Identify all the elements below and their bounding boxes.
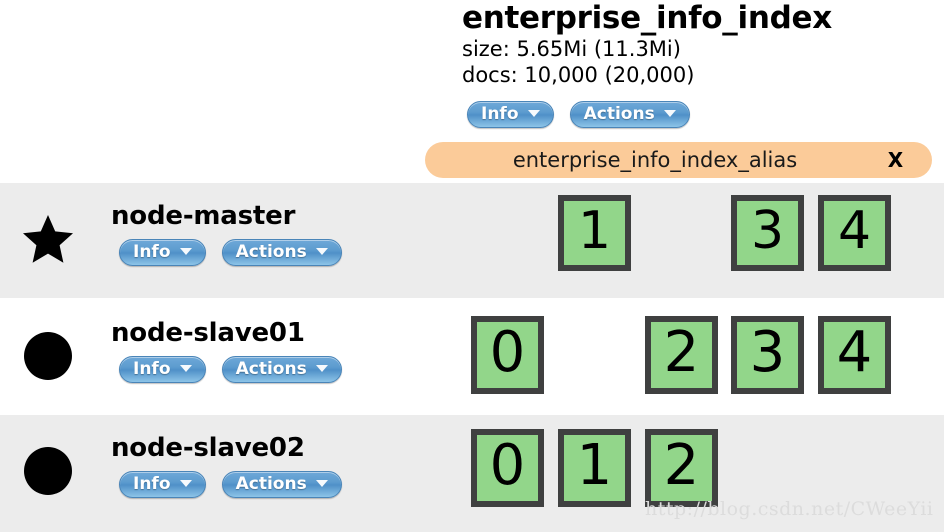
shard-label: 4 — [837, 201, 872, 261]
cluster-overview: enterprise_info_index size: 5.65Mi (11.3… — [0, 0, 944, 532]
shard-label: 2 — [663, 433, 700, 498]
alias-name: enterprise_info_index_alias — [512, 148, 798, 172]
watermark-text: http://blog.csdn.net/CWeeYii — [645, 498, 934, 520]
shard-box[interactable]: 2 — [645, 429, 718, 507]
index-header: enterprise_info_index size: 5.65Mi (11.3… — [0, 0, 944, 183]
node-row: node-slave01 Info Actions 0234 — [0, 300, 944, 413]
shard-container: 1 34 — [0, 183, 944, 298]
shard-label: 0 — [489, 320, 526, 385]
shard-container: 0 234 — [0, 300, 944, 413]
shard-box[interactable]: 0 — [471, 429, 544, 507]
shard-label: 4 — [836, 320, 873, 385]
shard-box[interactable]: 4 — [818, 316, 891, 394]
shard-label: 2 — [663, 320, 700, 385]
shard-box[interactable]: 0 — [471, 316, 544, 394]
index-actions-label: Actions — [583, 104, 655, 124]
index-actions-button[interactable]: Actions — [569, 101, 690, 128]
index-info-label: Info — [481, 104, 519, 124]
shard-label: 1 — [577, 201, 612, 261]
shard-box[interactable]: 3 — [731, 195, 804, 271]
shard-box[interactable]: 3 — [731, 316, 804, 394]
index-info-button[interactable]: Info — [467, 101, 554, 128]
close-icon[interactable]: X — [868, 142, 923, 178]
index-alias-bar[interactable]: enterprise_info_index_alias X — [425, 142, 932, 178]
index-button-row: Info Actions — [467, 101, 690, 128]
chevron-down-icon — [663, 109, 676, 117]
shard-box[interactable]: 1 — [558, 429, 631, 507]
index-size-line: size: 5.65Mi (11.3Mi) — [462, 37, 681, 61]
chevron-down-icon — [527, 109, 540, 117]
shard-box[interactable]: 2 — [645, 316, 718, 394]
shard-label: 3 — [749, 320, 786, 385]
shard-label: 1 — [576, 433, 613, 498]
shard-label: 3 — [750, 201, 785, 261]
shard-box[interactable]: 4 — [818, 195, 891, 271]
node-row: node-master Info Actions 134 — [0, 183, 944, 298]
index-title: enterprise_info_index — [462, 0, 832, 36]
shard-label: 0 — [489, 433, 526, 498]
shard-box[interactable]: 1 — [558, 195, 631, 271]
index-docs-line: docs: 10,000 (20,000) — [462, 63, 695, 87]
